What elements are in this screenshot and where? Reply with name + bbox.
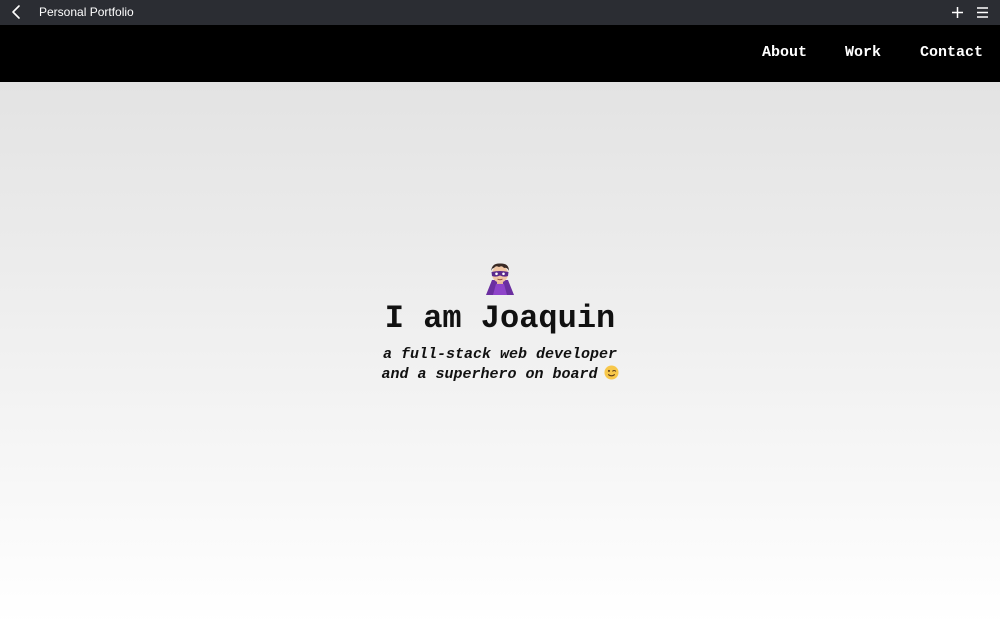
hero-tagline-line2: and a superhero on board xyxy=(0,365,1000,385)
site-navbar: About Work Contact xyxy=(0,25,1000,82)
tagline-line1-text: a full-stack web developer xyxy=(382,346,618,363)
winking-face-emoji-icon xyxy=(603,365,619,380)
window-titlebar: Personal Portfolio xyxy=(0,0,1000,25)
plus-icon[interactable] xyxy=(950,5,965,20)
chevron-left-icon[interactable] xyxy=(8,3,26,21)
hero-section: I am Joaquin a full-stack web developer … xyxy=(0,82,1000,625)
window-title: Personal Portfolio xyxy=(39,5,134,19)
hamburger-menu-icon[interactable] xyxy=(976,6,989,19)
nav-link-work[interactable]: Work xyxy=(845,44,881,62)
hero-headline: I am Joaquin xyxy=(384,300,616,337)
tagline-line2-text: and a superhero on board xyxy=(381,366,598,383)
nav-link-contact[interactable]: Contact xyxy=(920,44,983,62)
nav-link-about[interactable]: About xyxy=(762,44,807,62)
hero-tagline-line1: a full-stack web developer xyxy=(0,345,1000,365)
superhero-emoji-icon xyxy=(486,263,514,295)
